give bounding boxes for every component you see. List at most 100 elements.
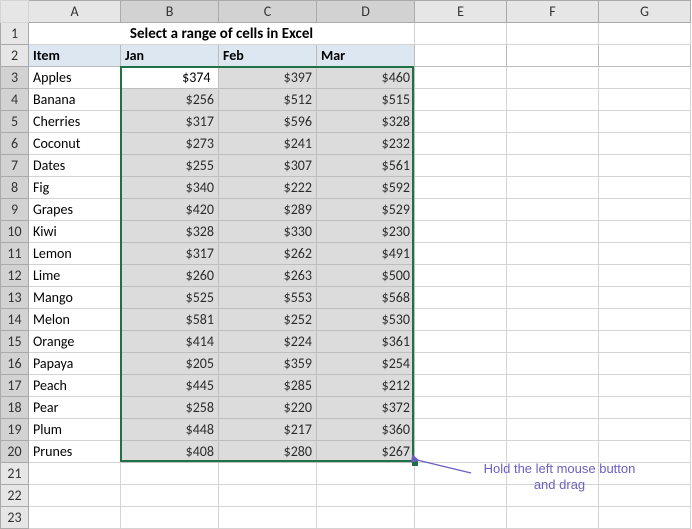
cell-F12[interactable] (507, 265, 599, 287)
title-cell[interactable]: Select a range of cells in Excel (29, 23, 415, 45)
cell-item-4[interactable]: Banana (29, 89, 121, 111)
cell-E10[interactable] (415, 221, 507, 243)
cell-mar-7[interactable]: $561 (317, 155, 415, 177)
cell-G5[interactable] (599, 111, 691, 133)
row-header-13[interactable]: 13 (1, 287, 29, 309)
row-header-2[interactable]: 2 (1, 45, 29, 67)
row-header-11[interactable]: 11 (1, 243, 29, 265)
cell-jan-18[interactable]: $258 (121, 397, 219, 419)
cell-E4[interactable] (415, 89, 507, 111)
cell-B22[interactable] (121, 485, 219, 507)
cell-mar-19[interactable]: $360 (317, 419, 415, 441)
row-header-19[interactable]: 19 (1, 419, 29, 441)
cell-E13[interactable] (415, 287, 507, 309)
cell-jan-7[interactable]: $255 (121, 155, 219, 177)
cell-feb-19[interactable]: $217 (219, 419, 317, 441)
cell-G9[interactable] (599, 199, 691, 221)
cell-G8[interactable] (599, 177, 691, 199)
row-header-16[interactable]: 16 (1, 353, 29, 375)
cell-feb-11[interactable]: $262 (219, 243, 317, 265)
select-all-corner[interactable] (1, 1, 29, 23)
cell-mar-15[interactable]: $361 (317, 331, 415, 353)
cell-E12[interactable] (415, 265, 507, 287)
cell-mar-6[interactable]: $232 (317, 133, 415, 155)
cell-mar-9[interactable]: $529 (317, 199, 415, 221)
row-header-9[interactable]: 9 (1, 199, 29, 221)
cell-mar-16[interactable]: $254 (317, 353, 415, 375)
cell-F1[interactable] (507, 23, 599, 45)
cell-jan-13[interactable]: $525 (121, 287, 219, 309)
cell-mar-18[interactable]: $372 (317, 397, 415, 419)
cell-G6[interactable] (599, 133, 691, 155)
cell-item-3[interactable]: Apples (29, 67, 121, 89)
cell-item-17[interactable]: Peach (29, 375, 121, 397)
cell-B21[interactable] (121, 463, 219, 485)
cell-F2[interactable] (507, 45, 599, 67)
cell-F23[interactable] (507, 507, 599, 529)
cell-feb-8[interactable]: $222 (219, 177, 317, 199)
cell-G7[interactable] (599, 155, 691, 177)
cell-jan-9[interactable]: $420 (121, 199, 219, 221)
column-header-G[interactable]: G (599, 1, 691, 23)
column-header-C[interactable]: C (219, 1, 317, 23)
row-header-22[interactable]: 22 (1, 485, 29, 507)
cell-G10[interactable] (599, 221, 691, 243)
row-header-8[interactable]: 8 (1, 177, 29, 199)
cell-feb-3[interactable]: $397 (219, 67, 317, 89)
header-jan[interactable]: Jan (121, 45, 219, 67)
cell-feb-14[interactable]: $252 (219, 309, 317, 331)
row-header-10[interactable]: 10 (1, 221, 29, 243)
cell-B23[interactable] (121, 507, 219, 529)
cell-E3[interactable] (415, 67, 507, 89)
row-header-21[interactable]: 21 (1, 463, 29, 485)
cell-D23[interactable] (317, 507, 415, 529)
cell-feb-16[interactable]: $359 (219, 353, 317, 375)
cell-F7[interactable] (507, 155, 599, 177)
row-header-17[interactable]: 17 (1, 375, 29, 397)
cell-feb-18[interactable]: $220 (219, 397, 317, 419)
cell-feb-13[interactable]: $553 (219, 287, 317, 309)
spreadsheet-grid[interactable]: ABCDEFG1Select a range of cells in Excel… (0, 0, 691, 529)
cell-G17[interactable] (599, 375, 691, 397)
cell-feb-6[interactable]: $241 (219, 133, 317, 155)
header-mar[interactable]: Mar (317, 45, 415, 67)
cell-item-13[interactable]: Mango (29, 287, 121, 309)
cell-F6[interactable] (507, 133, 599, 155)
cell-mar-20[interactable]: $267 (317, 441, 415, 463)
cell-F15[interactable] (507, 331, 599, 353)
column-header-F[interactable]: F (507, 1, 599, 23)
cell-jan-20[interactable]: $408 (121, 441, 219, 463)
cell-E7[interactable] (415, 155, 507, 177)
cell-mar-4[interactable]: $515 (317, 89, 415, 111)
cell-feb-12[interactable]: $263 (219, 265, 317, 287)
cell-F19[interactable] (507, 419, 599, 441)
cell-D22[interactable] (317, 485, 415, 507)
cell-F9[interactable] (507, 199, 599, 221)
cell-E11[interactable] (415, 243, 507, 265)
cell-jan-5[interactable]: $317 (121, 111, 219, 133)
cell-G20[interactable] (599, 441, 691, 463)
cell-feb-4[interactable]: $512 (219, 89, 317, 111)
cell-G19[interactable] (599, 419, 691, 441)
cell-jan-15[interactable]: $414 (121, 331, 219, 353)
cell-item-6[interactable]: Coconut (29, 133, 121, 155)
cell-jan-4[interactable]: $256 (121, 89, 219, 111)
cell-C21[interactable] (219, 463, 317, 485)
cell-jan-10[interactable]: $328 (121, 221, 219, 243)
cell-G13[interactable] (599, 287, 691, 309)
cell-jan-16[interactable]: $205 (121, 353, 219, 375)
cell-D21[interactable] (317, 463, 415, 485)
cell-feb-20[interactable]: $280 (219, 441, 317, 463)
cell-E8[interactable] (415, 177, 507, 199)
cell-E20[interactable] (415, 441, 507, 463)
cell-item-5[interactable]: Cherries (29, 111, 121, 133)
cell-item-18[interactable]: Pear (29, 397, 121, 419)
cell-F20[interactable] (507, 441, 599, 463)
cell-item-16[interactable]: Papaya (29, 353, 121, 375)
cell-jan-8[interactable]: $340 (121, 177, 219, 199)
cell-jan-12[interactable]: $260 (121, 265, 219, 287)
row-header-1[interactable]: 1 (1, 23, 29, 45)
cell-E2[interactable] (415, 45, 507, 67)
header-feb[interactable]: Feb (219, 45, 317, 67)
row-header-12[interactable]: 12 (1, 265, 29, 287)
